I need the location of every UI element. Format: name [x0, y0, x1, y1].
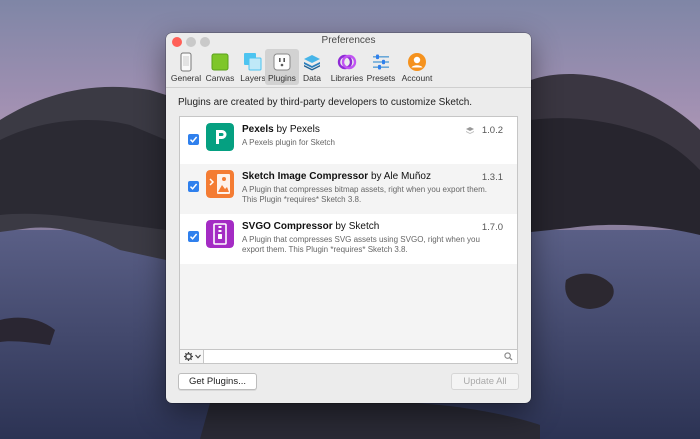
plugin-author: by Sketch: [332, 221, 380, 232]
canvas-icon: [211, 53, 229, 71]
tab-canvas-label: Canvas: [205, 73, 235, 83]
update-all-button[interactable]: Update All: [451, 373, 519, 390]
plugin-title: Sketch Image Compressor by Ale Muñoz: [242, 171, 431, 182]
tab-plugins[interactable]: Plugins: [265, 49, 299, 85]
plugin-title: Pexels by Pexels: [242, 124, 320, 135]
preferences-window: Preferences General Canvas Layers Plugin…: [166, 33, 531, 403]
tab-account-label: Account: [401, 73, 433, 83]
pexels-icon: [206, 123, 234, 151]
checkmark-icon: [189, 183, 198, 190]
plugin-title: SVGO Compressor by Sketch: [242, 221, 379, 232]
plugin-outlet-icon: [273, 53, 291, 71]
plugin-version: 1.0.2: [481, 125, 503, 136]
plugin-description: A Pexels plugin for Sketch: [242, 138, 335, 147]
tab-libraries[interactable]: Libraries: [328, 49, 366, 85]
plugin-version: 1.7.0: [481, 222, 503, 233]
plugin-description: A Plugin that compresses bitmap assets, …: [242, 185, 488, 204]
sliders-icon: [373, 54, 389, 70]
plugin-name: SVGO Compressor: [242, 221, 333, 232]
plugin-row-image-compressor[interactable]: Sketch Image Compressor by Ale Muñoz A P…: [180, 164, 517, 214]
libraries-icon: [337, 54, 357, 70]
window-title: Preferences: [321, 35, 376, 46]
plugin-name: Sketch Image Compressor: [242, 171, 369, 182]
plugins-list: Pexels by Pexels A Pexels plugin for Ske…: [179, 116, 518, 364]
plugin-enabled-checkbox[interactable]: [188, 231, 199, 242]
plugin-version: 1.3.1: [481, 172, 503, 183]
tab-presets[interactable]: Presets: [364, 49, 398, 85]
phone-icon: [180, 52, 192, 72]
plugin-search-field[interactable]: [204, 350, 517, 363]
tab-general-label: General: [170, 73, 202, 83]
tab-data[interactable]: Data: [295, 49, 329, 85]
tab-data-label: Data: [303, 73, 321, 83]
list-footer-bar: [180, 349, 517, 363]
layers-icon: [244, 53, 262, 71]
plugins-intro-text: Plugins are created by third-party devel…: [178, 97, 473, 108]
layers-small-icon: [466, 127, 474, 134]
image-compressor-icon: [206, 170, 234, 198]
tab-plugins-label: Plugins: [268, 73, 296, 83]
search-icon: [504, 352, 513, 361]
plugin-author: by Pexels: [273, 124, 320, 135]
plugin-name: Pexels: [242, 124, 274, 135]
checkmark-icon: [189, 233, 198, 240]
svgo-compressor-icon: [206, 220, 234, 248]
plugin-author: by Ale Muñoz: [368, 171, 431, 182]
tab-presets-label: Presets: [366, 73, 396, 83]
preferences-toolbar: General Canvas Layers Plugins Data Libra…: [166, 47, 531, 88]
plugin-row-svgo-compressor[interactable]: SVGO Compressor by Sketch A Plugin that …: [180, 214, 517, 264]
get-plugins-button[interactable]: Get Plugins...: [178, 373, 257, 390]
plugin-row-pexels[interactable]: Pexels by Pexels A Pexels plugin for Ske…: [180, 117, 517, 164]
tab-account[interactable]: Account: [399, 49, 435, 85]
gear-menu-button[interactable]: [181, 350, 204, 363]
plugin-description: A Plugin that compresses SVG assets usin…: [242, 235, 480, 254]
tab-general[interactable]: General: [169, 49, 203, 85]
account-icon: [408, 53, 426, 71]
chevron-down-icon: [195, 354, 201, 359]
data-stack-icon: [304, 55, 320, 71]
tab-libraries-label: Libraries: [330, 73, 364, 83]
plugin-enabled-checkbox[interactable]: [188, 134, 199, 145]
plugin-enabled-checkbox[interactable]: [188, 181, 199, 192]
tab-canvas[interactable]: Canvas: [203, 49, 237, 85]
gear-icon: [184, 352, 193, 361]
checkmark-icon: [189, 136, 198, 143]
